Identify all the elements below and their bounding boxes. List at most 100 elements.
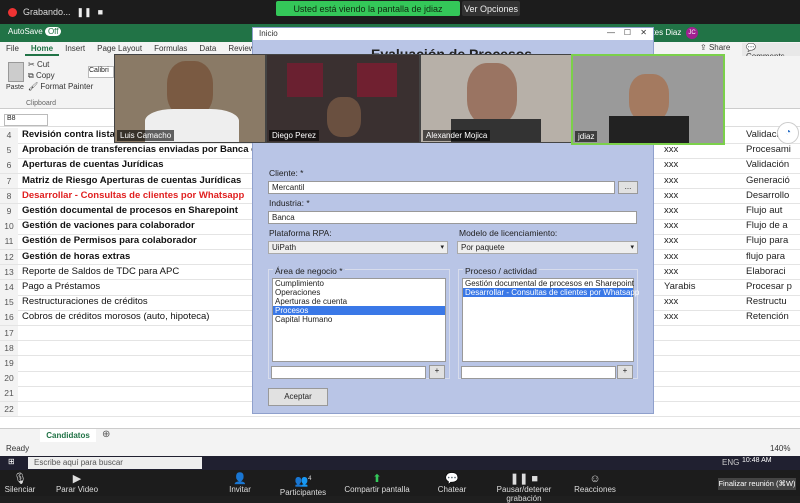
cell-process-name[interactable]: Gestión documental de procesos en Sharep… xyxy=(22,204,238,218)
row-number[interactable]: 15 xyxy=(0,295,18,310)
cell-owner[interactable]: xxx xyxy=(664,295,678,309)
cell-process-name[interactable]: Cobros de créditos morosos (auto, hipote… xyxy=(22,310,209,324)
cell-process-name[interactable]: Desarrollar - Consultas de clientes por … xyxy=(22,189,244,203)
cell-process-name[interactable]: Gestión de horas extras xyxy=(22,250,130,264)
row-number[interactable]: 12 xyxy=(0,249,18,265)
area-list[interactable]: Cumplimiento Operaciones Aperturas de cuen… xyxy=(272,278,446,362)
font-name-select[interactable]: Calibri xyxy=(88,66,114,78)
browse-button[interactable]: ... xyxy=(618,181,638,194)
cell-owner[interactable]: Yarabis xyxy=(664,280,696,294)
paste-button[interactable]: Paste xyxy=(6,60,24,91)
cell-owner[interactable]: xxx xyxy=(664,265,678,279)
cell-description[interactable]: Restructu xyxy=(746,295,787,309)
stop-recording-icon[interactable]: ■ xyxy=(98,7,103,17)
row-number[interactable]: 21 xyxy=(0,386,18,401)
cell-description[interactable]: Procesar p xyxy=(746,280,792,294)
assistant-icon[interactable]: ◔ xyxy=(777,122,799,144)
cell-description[interactable]: flujo para xyxy=(746,250,785,264)
reactions-button[interactable]: ☺ Reacciones xyxy=(574,473,616,494)
cell-owner[interactable]: xxx xyxy=(664,234,678,248)
cliente-input[interactable]: Mercantil xyxy=(268,181,615,194)
video-tile-jdiaz[interactable]: jdiaz xyxy=(571,54,725,145)
row-number[interactable]: 9 xyxy=(0,204,18,219)
cell-owner[interactable]: xxx xyxy=(664,204,678,218)
maximize-icon[interactable]: ☐ xyxy=(624,28,631,37)
cell-description[interactable]: Desarrollo xyxy=(746,189,789,203)
row-number[interactable]: 10 xyxy=(0,219,18,234)
cell-process-name[interactable]: Gestión de vaciones para colaborador xyxy=(22,219,195,233)
proceso-new-input[interactable] xyxy=(461,366,616,379)
windows-start-icon[interactable]: ⊞ xyxy=(8,457,15,466)
tab-insert[interactable]: Insert xyxy=(59,42,91,56)
tab-file[interactable]: File xyxy=(0,42,25,56)
cell-process-name[interactable]: Aperturas de cuentas Jurídicas xyxy=(22,158,164,172)
video-tile-diego[interactable]: Diego Perez xyxy=(266,54,420,143)
participants-button[interactable]: 👥4 Participantes xyxy=(276,473,330,497)
list-item[interactable]: Desarrollar - Consultas de clientes por … xyxy=(463,288,639,297)
copy-button[interactable]: ⧉ Copy xyxy=(28,71,55,81)
zoom-level[interactable]: 140% xyxy=(770,444,790,453)
cell-process-name[interactable]: Aprobación de transferencias enviadas po… xyxy=(22,143,256,157)
avatar[interactable]: JC xyxy=(686,27,698,39)
row-number[interactable]: 14 xyxy=(0,280,18,295)
row-number[interactable]: 19 xyxy=(0,356,18,371)
chat-button[interactable]: 💬 Chatear xyxy=(432,473,472,494)
cell-description[interactable]: Flujo de a xyxy=(746,219,788,233)
video-tile-luis[interactable]: Luis Camacho xyxy=(114,54,266,143)
autosave-toggle[interactable]: AutoSave Off xyxy=(8,27,62,36)
taskbar-search[interactable]: Escribe aquí para buscar xyxy=(28,457,202,469)
cell-process-name[interactable]: Reporte de Saldos de TDC para APC xyxy=(22,265,179,279)
row-number[interactable]: 7 xyxy=(0,173,18,189)
proceso-list[interactable]: Gestión documental de procesos en Sharep… xyxy=(462,278,639,362)
cell-description[interactable]: Flujo para xyxy=(746,234,788,248)
area-new-input[interactable] xyxy=(271,366,426,379)
list-item[interactable]: Procesos xyxy=(273,306,445,315)
row-number[interactable]: 5 xyxy=(0,143,18,158)
accept-button[interactable]: Aceptar xyxy=(268,388,328,406)
cell-owner[interactable]: xxx xyxy=(664,143,678,157)
name-box[interactable]: B8 xyxy=(4,114,48,126)
video-tile-alexander[interactable]: Alexander Mojica xyxy=(420,54,572,143)
cell-description[interactable]: Validación xyxy=(746,158,789,172)
cell-description[interactable]: Procesami xyxy=(746,143,791,157)
rpa-select[interactable]: UiPath ▾ xyxy=(268,241,448,254)
share-screen-button[interactable]: ⬆ Compartir pantalla xyxy=(342,473,412,494)
cell-process-name[interactable]: Gestión de Permisos para colaborador xyxy=(22,234,197,248)
list-item[interactable]: Operaciones xyxy=(273,288,445,297)
licencia-select[interactable]: Por paquete ▾ xyxy=(457,241,638,254)
row-number[interactable]: 4 xyxy=(0,128,18,143)
cell-description[interactable]: Elaboraci xyxy=(746,265,786,279)
cell-process-name[interactable]: Pago a Préstamos xyxy=(22,280,100,294)
list-item[interactable]: Capital Humano xyxy=(273,315,445,324)
add-sheet-icon[interactable]: ⊕ xyxy=(102,429,110,440)
format-painter-button[interactable]: 🖌 Format Painter xyxy=(28,82,93,91)
minimize-icon[interactable]: — xyxy=(607,28,615,37)
row-number[interactable]: 16 xyxy=(0,310,18,325)
tab-home[interactable]: Home xyxy=(24,42,60,56)
add-area-button[interactable]: + xyxy=(429,365,445,379)
row-number[interactable]: 6 xyxy=(0,158,18,173)
pause-recording-button[interactable]: ❚❚ ■ Pausar/detener grabación xyxy=(478,473,570,503)
cell-owner[interactable]: xxx xyxy=(664,219,678,233)
row-number[interactable]: 20 xyxy=(0,371,18,386)
row-number[interactable]: 17 xyxy=(0,325,18,341)
cell-description[interactable]: Generació xyxy=(746,174,790,188)
row-number[interactable]: 13 xyxy=(0,264,18,280)
cell-process-name[interactable]: Matriz de Riesgo Aperturas de cuentas Ju… xyxy=(22,174,241,188)
list-item[interactable]: Cumplimiento xyxy=(273,279,445,288)
industria-input[interactable]: Banca xyxy=(268,211,637,224)
add-proceso-button[interactable]: + xyxy=(617,365,633,379)
cell-owner[interactable]: xxx xyxy=(664,189,678,203)
row-number[interactable]: 22 xyxy=(0,401,18,417)
cell-description[interactable]: Retención xyxy=(746,310,789,324)
cell-process-name[interactable]: Restructuraciones de créditos xyxy=(22,295,148,309)
list-item[interactable]: Gestión documental de procesos en Sharep… xyxy=(463,279,634,288)
view-options-button[interactable]: Ver Opciones xyxy=(462,1,520,16)
mute-button[interactable]: 🎙 Silenciar xyxy=(4,473,36,494)
invite-button[interactable]: 👤 Invitar xyxy=(222,473,258,494)
row-number[interactable]: 18 xyxy=(0,340,18,356)
share-button[interactable]: ⇪ Share xyxy=(700,43,730,52)
row-number[interactable]: 11 xyxy=(0,234,18,249)
cell-owner[interactable]: xxx xyxy=(664,174,678,188)
stop-video-button[interactable]: ▶ Parar Video xyxy=(52,473,102,494)
